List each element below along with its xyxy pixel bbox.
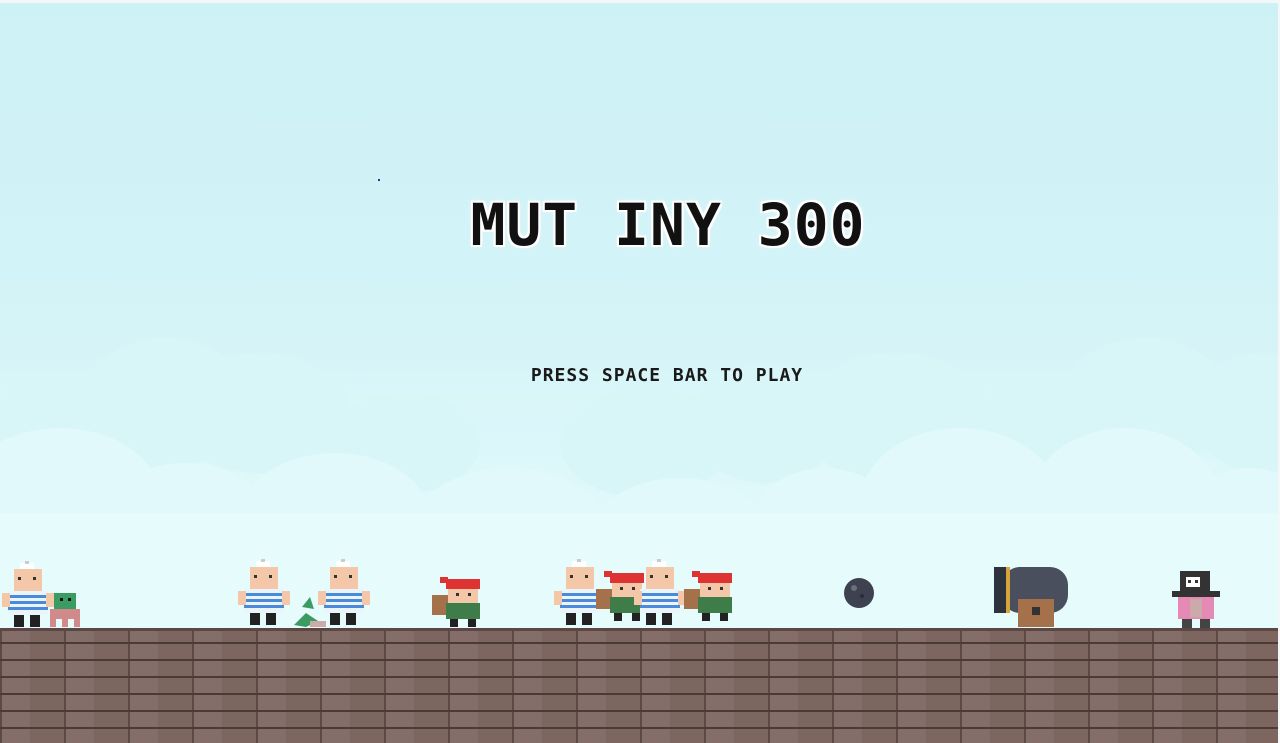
cannon-sprite	[994, 567, 1068, 627]
game-title: MUT INY 300	[470, 191, 866, 259]
sailor-sprite	[634, 559, 686, 625]
start-prompt: PRESS SPACE BAR TO PLAY	[530, 365, 804, 386]
deck-floor	[0, 628, 1278, 743]
red-bandana-pirate-sprite	[432, 577, 480, 627]
stray-pixel	[378, 179, 380, 181]
cannonball-sprite	[844, 578, 874, 608]
sailor-sprite	[318, 559, 370, 625]
game-canvas[interactable]: MUT INY 300 PRESS SPACE BAR TO PLAY	[0, 3, 1278, 743]
octopus-sprite	[50, 593, 80, 627]
sailor-sprite	[238, 559, 290, 625]
red-bandana-pirate-sprite	[684, 571, 732, 621]
skull-captain-sprite	[1172, 571, 1220, 633]
